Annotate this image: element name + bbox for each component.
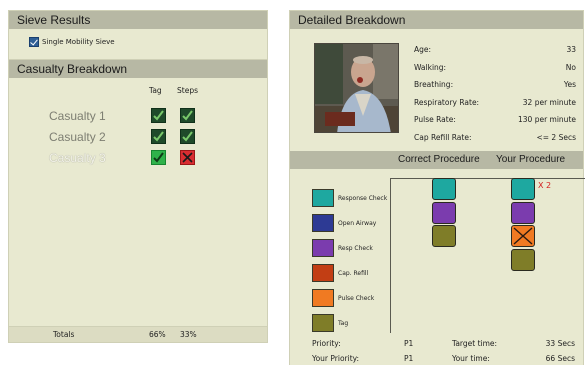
vital-row: Respiratory Rate: 32 per minute [414, 98, 576, 107]
casualty-breakdown-title: Casualty Breakdown [9, 60, 267, 78]
vital-value: 33 [566, 45, 576, 54]
vital-row: Walking: No [414, 63, 576, 72]
repeat-marker: X 2 [538, 181, 552, 190]
vital-label: Respiratory Rate: [414, 97, 480, 107]
casualty-tag-check-icon [151, 150, 166, 165]
priority-label: Priority: [312, 339, 341, 348]
casualty-photo [314, 43, 399, 133]
your-priority-label: Your Priority: [312, 354, 360, 363]
vital-row: Age: 33 [414, 45, 576, 54]
your-priority-value: P1 [404, 354, 414, 363]
legend-label: Cap. Refill [338, 270, 369, 277]
casualty-steps-cross-icon [180, 150, 195, 165]
casualty-row-name[interactable]: Casualty 2 [49, 130, 106, 144]
detailed-breakdown-panel: Detailed Breakdown Age: 33 Walking: No Breat… [289, 10, 585, 365]
totals-bar: Totals 66% 33% [9, 326, 267, 342]
totals-tag-value: 66% [149, 330, 166, 339]
totals-steps-value: 33% [180, 330, 197, 339]
vital-label: Breathing: [414, 80, 454, 89]
legend-swatch [312, 314, 334, 332]
your-step [511, 178, 535, 200]
casualty-steps-check-icon [180, 108, 195, 123]
casualty-tag-check-icon [151, 129, 166, 144]
detailed-breakdown-title: Detailed Breakdown [290, 11, 583, 29]
totals-label: Totals [53, 330, 75, 339]
vital-row: Breathing: Yes [414, 80, 576, 89]
legend-label: Response Check [338, 195, 388, 202]
correct-procedure-header: Correct Procedure [398, 154, 480, 165]
legend-swatch [312, 189, 334, 207]
vital-label: Walking: [414, 62, 447, 72]
legend-swatch [312, 239, 334, 257]
legend-label: Tag [338, 320, 349, 327]
vital-row: Pulse Rate: 130 per minute [414, 115, 576, 124]
sieve-results-panel: Sieve Results Single Mobility Sieve [8, 10, 268, 62]
casualty-breakdown-panel: Casualty Breakdown Tag Steps Casualty 1 C… [8, 59, 268, 343]
vital-label: Cap Refill Rate: [414, 132, 472, 142]
your-step [511, 201, 535, 224]
legend-swatch [312, 264, 334, 282]
correct-step [432, 178, 456, 200]
your-step [511, 248, 535, 271]
target-time-label: Target time: [452, 339, 498, 348]
correct-step [432, 201, 456, 224]
procedure-comparison-area [390, 178, 585, 333]
vital-value: 130 per minute [518, 115, 576, 124]
legend-label: Open Airway [338, 220, 377, 227]
correct-step [432, 225, 456, 247]
vital-value: 32 per minute [522, 97, 576, 107]
your-step-wrong [511, 225, 535, 247]
priority-value: P1 [404, 339, 414, 348]
legend-label: Resp Check [338, 245, 373, 252]
legend-label: Pulse Check [338, 295, 375, 302]
target-time-value: 33 Secs [545, 339, 575, 348]
casualty-tag-check-icon [151, 108, 166, 123]
vital-value: Yes [563, 80, 576, 89]
your-procedure-header: Your Procedure [496, 154, 566, 165]
single-mobility-sieve-checkbox[interactable] [29, 37, 39, 47]
vital-value: No [565, 62, 576, 72]
your-time-value: 66 Secs [545, 354, 575, 363]
vital-row: Cap Refill Rate: <= 2 Secs [414, 133, 576, 142]
steps-column-header: Steps [177, 86, 198, 95]
single-mobility-sieve-label: Single Mobility Sieve [42, 38, 115, 46]
wrong-step-cross-icon [513, 227, 533, 245]
vital-label: Age: [414, 45, 432, 54]
sieve-results-title: Sieve Results [9, 11, 267, 29]
casualty-steps-check-icon [180, 129, 195, 144]
legend-swatch [312, 289, 334, 307]
vital-value: <= 2 Secs [536, 132, 576, 142]
legend-swatch [312, 214, 334, 232]
tag-column-header: Tag [149, 86, 162, 95]
vital-label: Pulse Rate: [414, 115, 456, 124]
casualty-row-name[interactable]: Casualty 3 [49, 151, 106, 165]
your-time-label: Your time: [452, 354, 490, 363]
casualty-row-name[interactable]: Casualty 1 [49, 109, 106, 123]
